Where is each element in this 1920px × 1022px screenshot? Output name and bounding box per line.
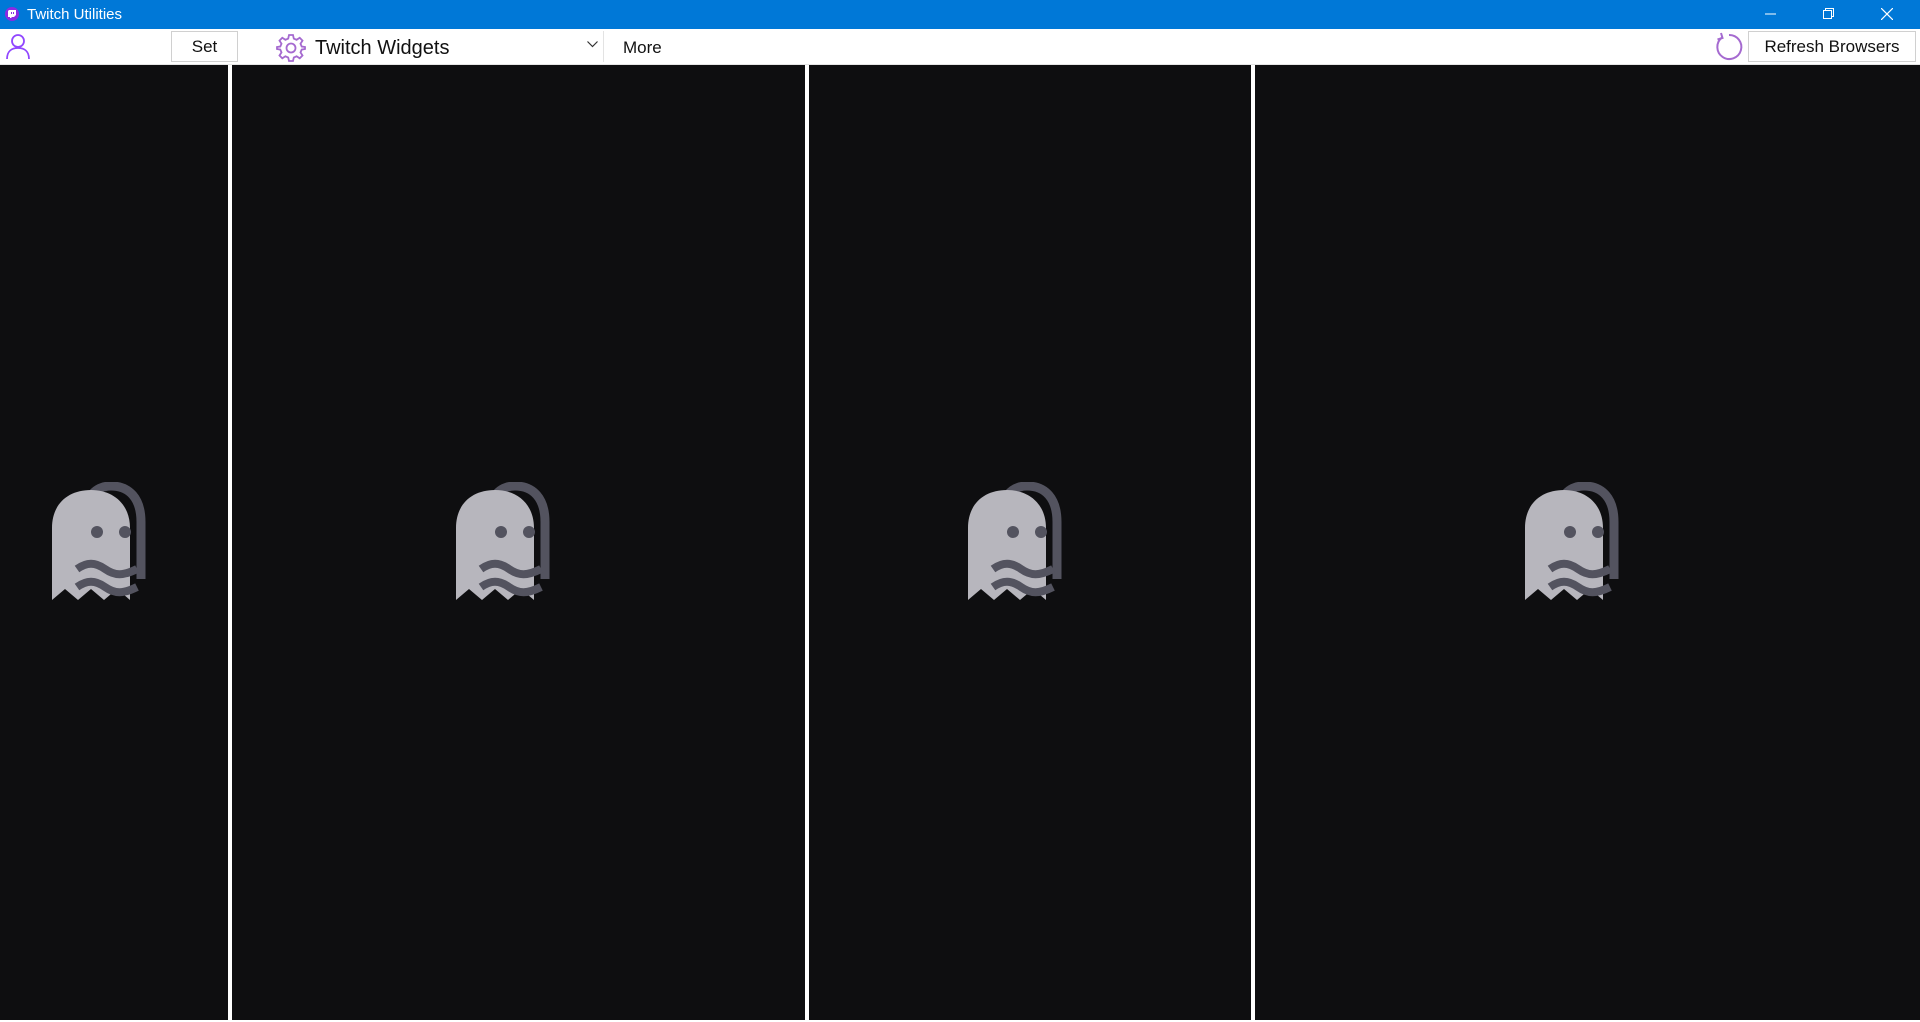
browser-panel[interactable] bbox=[1255, 65, 1920, 1020]
ghost-icon bbox=[968, 482, 1062, 600]
username-input[interactable] bbox=[36, 31, 166, 61]
widgets-dropdown[interactable]: Twitch Widgets bbox=[310, 31, 604, 62]
refresh-browsers-button[interactable]: Refresh Browsers bbox=[1748, 31, 1916, 62]
ghost-icon bbox=[52, 482, 146, 600]
user-icon[interactable] bbox=[4, 32, 32, 60]
ghost-icon bbox=[1525, 482, 1619, 600]
browser-panel[interactable] bbox=[809, 65, 1251, 1020]
browser-panel[interactable] bbox=[232, 65, 805, 1020]
more-label: More bbox=[623, 38, 662, 57]
toolbar: Set Twitch Widgets More Refresh Browsers bbox=[0, 29, 1920, 65]
close-icon bbox=[1881, 8, 1893, 20]
restore-button[interactable] bbox=[1800, 0, 1858, 29]
twitch-logo-icon bbox=[5, 7, 19, 21]
ghost-icon bbox=[456, 482, 550, 600]
refresh-icon[interactable] bbox=[1713, 31, 1744, 62]
minimize-button[interactable] bbox=[1742, 0, 1800, 29]
minimize-icon bbox=[1765, 13, 1776, 15]
title-bar: Twitch Utilities bbox=[0, 0, 1920, 29]
set-button[interactable]: Set bbox=[171, 31, 238, 62]
window-title: Twitch Utilities bbox=[27, 6, 123, 23]
more-button[interactable]: More bbox=[611, 31, 677, 62]
restore-icon bbox=[1823, 8, 1834, 19]
widgets-dropdown-value: Twitch Widgets bbox=[315, 37, 450, 59]
gear-icon bbox=[276, 34, 306, 62]
browser-panels bbox=[0, 65, 1920, 1020]
close-button[interactable] bbox=[1858, 0, 1916, 29]
chevron-down-icon bbox=[587, 41, 598, 48]
browser-panel[interactable] bbox=[0, 65, 228, 1020]
